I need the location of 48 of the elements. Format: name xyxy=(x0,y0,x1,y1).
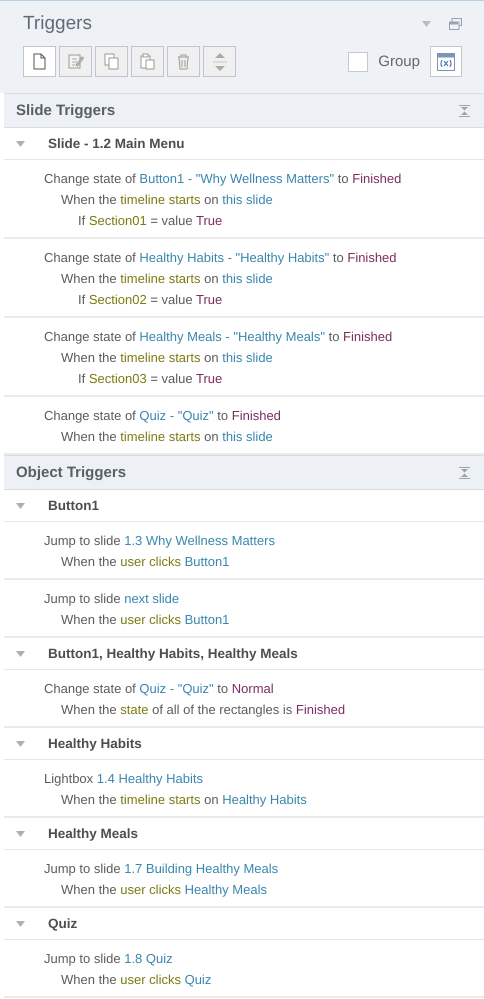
dropdown-icon[interactable] xyxy=(422,21,431,27)
trigger-text: If Section01 = value True xyxy=(77,212,224,230)
group-name: Quiz xyxy=(48,916,78,931)
trigger-text: If Section03 = value True xyxy=(77,370,224,388)
trigger-text: When the user clicks Button1 xyxy=(60,553,230,571)
section-title: Object Triggers xyxy=(16,464,128,481)
trigger-text: When the user clicks Quiz xyxy=(60,971,212,989)
new-button[interactable] xyxy=(23,46,56,77)
trigger-text: When the timeline starts on this slide xyxy=(60,270,274,288)
trigger-text: Change state of Button1 - "Why Wellness Matters" to Finished xyxy=(44,170,402,188)
trigger-text: Change state of Healthy Habits - "Healthy Habits" to Finished xyxy=(44,249,398,267)
trigger-text: Jump to slide 1.8 Quiz xyxy=(44,950,174,968)
group-name: Button1, Healthy Habits, Healthy Meals xyxy=(48,646,298,661)
caret-icon[interactable] xyxy=(16,140,25,146)
trigger-text: When the user clicks Healthy Meals xyxy=(60,881,268,899)
trigger-text: Jump to slide next slide xyxy=(44,590,180,608)
group-name: Button1 xyxy=(48,498,99,513)
trigger-text: When the timeline starts on this slide xyxy=(60,349,274,367)
caret-icon[interactable] xyxy=(16,740,25,746)
trigger-text: When the timeline starts on Healthy Habits xyxy=(60,791,308,809)
section-title: Slide Triggers xyxy=(16,102,116,119)
trigger-text: Jump to slide 1.3 Why Wellness Matters xyxy=(44,532,276,550)
trigger-text: Change state of Quiz - "Quiz" to Normal xyxy=(44,680,275,698)
trigger-text: When the state of all of the rectangles is Finished xyxy=(60,701,346,719)
caret-icon[interactable] xyxy=(16,650,25,656)
up-down-icon xyxy=(212,50,226,72)
trigger-text: Change state of Healthy Meals - "Healthy Meals" to Finished xyxy=(44,328,394,346)
collapse-icon[interactable] xyxy=(459,104,470,116)
trigger-text: If Section02 = value True xyxy=(77,291,224,309)
trigger-text: Lightbox 1.4 Healthy Habits xyxy=(44,770,204,788)
group-name: Healthy Habits xyxy=(48,736,142,751)
collapse-icon[interactable] xyxy=(459,466,470,478)
group-checkbox[interactable] xyxy=(348,52,368,72)
trigger-text: When the user clicks Button1 xyxy=(60,611,230,629)
caret-icon[interactable] xyxy=(16,502,25,508)
trigger-text: When the timeline starts on this slide xyxy=(60,428,274,446)
caret-icon[interactable] xyxy=(16,830,25,836)
variables-button[interactable] xyxy=(430,46,462,77)
window-icon[interactable] xyxy=(449,18,462,30)
trigger-text: Change state of Quiz - "Quiz" to Finished xyxy=(44,407,282,425)
trigger-text: Jump to slide 1.7 Building Healthy Meals xyxy=(44,860,280,878)
panel-title: Triggers xyxy=(23,13,93,35)
group-label: Group xyxy=(378,53,420,70)
trigger-text: When the timeline starts on this slide xyxy=(60,191,274,209)
caret-icon[interactable] xyxy=(16,920,25,926)
variable-icon xyxy=(437,52,455,70)
group-name: Healthy Meals xyxy=(48,826,138,841)
group-name: Slide - 1.2 Main Menu xyxy=(48,136,185,151)
